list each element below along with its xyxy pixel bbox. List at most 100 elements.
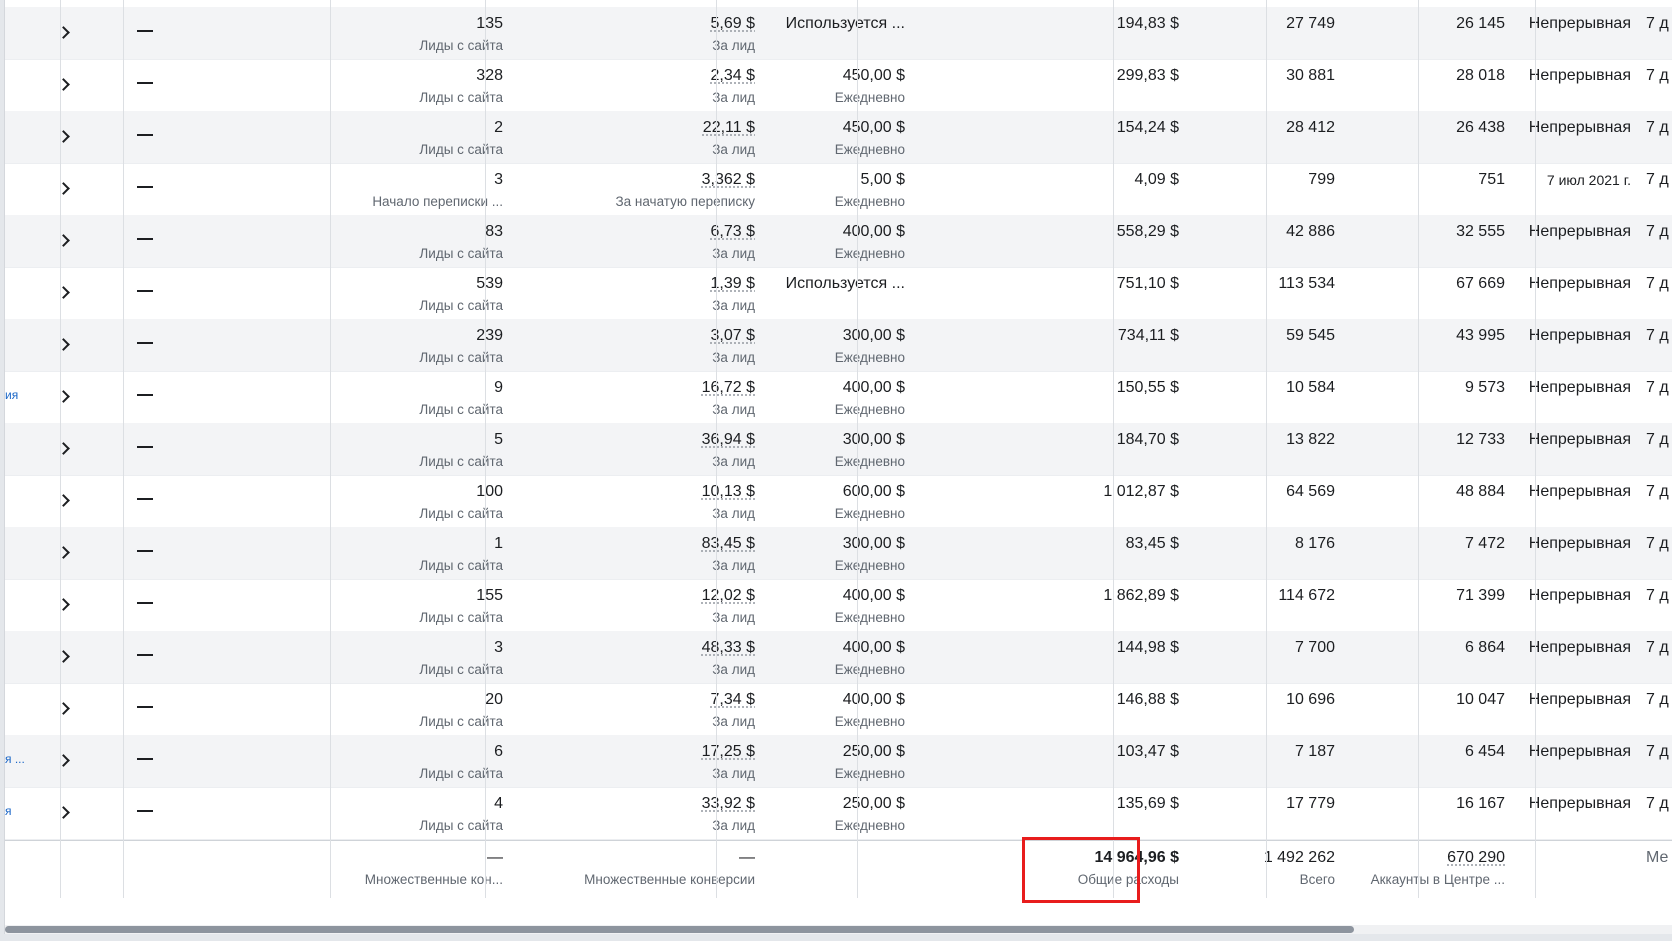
impressions-cell: 799 <box>1205 163 1335 215</box>
budget-cell: 450,00 $ Ежедневно <box>765 59 905 111</box>
campaign-name-link[interactable]: ия <box>5 388 18 402</box>
table-row[interactable]: 83 Лиды с сайта 6,73 $ За лид 400,00 $ Е… <box>5 215 1672 268</box>
end-date-value: Непрерывная <box>1528 15 1631 32</box>
reach-cell: 751 <box>1355 163 1505 215</box>
table-row[interactable]: 155 Лиды с сайта 12,02 $ За лид 400,00 $… <box>5 579 1672 632</box>
impressions-cell: 59 545 <box>1205 319 1335 371</box>
end-date-value: Непрерывная <box>1528 535 1631 552</box>
cost-per-result-cell: 10,13 $ За лид <box>565 475 755 527</box>
table-row[interactable]: 1 Лиды с сайта 83,45 $ За лид 300,00 $ Е… <box>5 527 1672 580</box>
column-divider[interactable] <box>857 0 858 898</box>
reach-value: 48 884 <box>1456 483 1505 500</box>
horizontal-scrollbar[interactable] <box>5 925 1672 934</box>
column-divider[interactable] <box>330 0 331 898</box>
table-row[interactable]: 3 Начало переписки ... 3,362 $ За начату… <box>5 163 1672 216</box>
results-label: Лиды с сайта <box>419 558 503 573</box>
table-row[interactable]: 3 Лиды с сайта 48,33 $ За лид 400,00 $ Е… <box>5 631 1672 684</box>
cost-per-result-value[interactable]: 36,94 $ <box>702 431 755 449</box>
cost-per-result-label: За лид <box>712 818 755 833</box>
dash-icon <box>137 186 153 188</box>
totals-results-label: Множественные кон... <box>364 872 503 887</box>
end-date-cell: Непрерывная <box>1512 111 1631 163</box>
column-divider[interactable] <box>1113 0 1114 898</box>
totals-reach-value[interactable]: 670 290 <box>1447 849 1505 867</box>
totals-schedule-value: Ме <box>1646 849 1669 866</box>
cost-per-result-value[interactable]: 5,69 $ <box>711 15 755 33</box>
results-label: Лиды с сайта <box>419 714 503 729</box>
end-date-value: 7 июл 2021 г. <box>1546 172 1631 188</box>
table-row[interactable]: 539 Лиды с сайта 1,39 $ За лид Используе… <box>5 267 1672 320</box>
budget-cell: Используется ... <box>765 7 905 59</box>
column-divider[interactable] <box>716 0 717 898</box>
impressions-cell: 64 569 <box>1205 475 1335 527</box>
impressions-value: 64 569 <box>1286 483 1335 500</box>
cost-per-result-label: За лид <box>712 506 755 521</box>
cost-per-result-value[interactable]: 2,34 $ <box>711 67 755 85</box>
cost-per-result-value[interactable]: 12,02 $ <box>702 587 755 605</box>
schedule-cell: 7 д <box>1646 7 1672 59</box>
campaign-name-link[interactable]: я <box>5 804 12 818</box>
end-date-cell: Непрерывная <box>1512 787 1631 839</box>
reach-value: 28 018 <box>1456 67 1505 84</box>
budget-value: 5,00 $ <box>860 171 905 188</box>
cost-per-result-label: За лид <box>712 350 755 365</box>
scrollbar-thumb[interactable] <box>5 926 1354 933</box>
cost-per-result-value[interactable]: 22,11 $ <box>703 119 755 137</box>
totals-schedule-cell: Ме <box>1646 841 1672 893</box>
results-label: Лиды с сайта <box>419 818 503 833</box>
cost-per-result-value[interactable]: 10,13 $ <box>702 483 755 501</box>
column-divider[interactable] <box>485 0 486 898</box>
table-row[interactable]: ия 9 Лиды с сайта 16,72 $ За лид 400,00 … <box>5 371 1672 424</box>
table-row[interactable]: я ... 6 Лиды с сайта 17,25 $ За лид 250,… <box>5 735 1672 788</box>
cost-per-result-value[interactable]: 83,45 $ <box>702 535 755 553</box>
results-value: 539 <box>476 275 503 292</box>
campaign-name-link[interactable]: я ... <box>5 752 25 766</box>
schedule-value: 7 д <box>1646 223 1669 240</box>
column-divider[interactable] <box>1266 0 1267 898</box>
table-row[interactable]: 2 Лиды с сайта 22,11 $ За лид 450,00 $ Е… <box>5 111 1672 164</box>
end-date-value: Непрерывная <box>1528 431 1631 448</box>
schedule-cell: 7 д <box>1646 319 1672 371</box>
column-divider[interactable] <box>60 0 61 898</box>
budget-cell: 400,00 $ Ежедневно <box>765 631 905 683</box>
table-row[interactable]: 239 Лиды с сайта 3,07 $ За лид 300,00 $ … <box>5 319 1672 372</box>
results-cell: 2 Лиды с сайта <box>351 111 503 163</box>
cost-per-result-label: За лид <box>712 298 755 313</box>
cost-per-result-value[interactable]: 6,73 $ <box>711 223 755 241</box>
table-row[interactable]: 328 Лиды с сайта 2,34 $ За лид 450,00 $ … <box>5 59 1672 112</box>
cost-per-result-value[interactable]: 1,39 $ <box>711 275 755 293</box>
reach-cell: 6 864 <box>1355 631 1505 683</box>
cost-per-result-value[interactable]: 3,07 $ <box>711 327 755 345</box>
dash-icon <box>137 82 153 84</box>
budget-label: Ежедневно <box>834 506 905 521</box>
dash-icon <box>137 602 153 604</box>
table-row[interactable]: 5 Лиды с сайта 36,94 $ За лид 300,00 $ Е… <box>5 423 1672 476</box>
table-row[interactable]: 135 Лиды с сайта 5,69 $ За лид Используе… <box>5 7 1672 60</box>
cost-per-result-value[interactable]: 48,33 $ <box>702 639 755 657</box>
cost-per-result-value[interactable]: 3,362 $ <box>702 171 755 189</box>
end-date-cell: Непрерывная <box>1512 267 1631 319</box>
reach-cell: 9 573 <box>1355 371 1505 423</box>
amount-spent-cell: 146,88 $ <box>1005 683 1179 735</box>
results-cell: 9 Лиды с сайта <box>351 371 503 423</box>
budget-cell: 250,00 $ Ежедневно <box>765 735 905 787</box>
results-value: 3 <box>494 639 503 656</box>
amount-spent-value: 734,11 $ <box>1117 327 1179 344</box>
table-row[interactable]: я 4 Лиды с сайта 33,92 $ За лид 250,00 $… <box>5 787 1672 840</box>
table-row[interactable]: 20 Лиды с сайта 7,34 $ За лид 400,00 $ Е… <box>5 683 1672 736</box>
table-row[interactable]: 100 Лиды с сайта 10,13 $ За лид 600,00 $… <box>5 475 1672 528</box>
cost-per-result-value[interactable]: 17,25 $ <box>702 743 755 761</box>
column-divider[interactable] <box>1535 0 1536 898</box>
cost-per-result-value[interactable]: 16,72 $ <box>702 379 755 397</box>
results-cell: 1 Лиды с сайта <box>351 527 503 579</box>
cost-per-result-value[interactable]: 7,34 $ <box>711 691 755 709</box>
end-date-cell: Непрерывная <box>1512 423 1631 475</box>
column-divider[interactable] <box>1418 0 1419 898</box>
budget-value: Используется ... <box>785 275 905 292</box>
column-divider[interactable] <box>123 0 124 898</box>
impressions-value: 28 412 <box>1286 119 1335 136</box>
schedule-value: 7 д <box>1646 275 1669 292</box>
amount-spent-value: 150,55 $ <box>1116 379 1179 396</box>
results-value: 239 <box>476 327 503 344</box>
cost-per-result-value[interactable]: 33,92 $ <box>702 795 755 813</box>
